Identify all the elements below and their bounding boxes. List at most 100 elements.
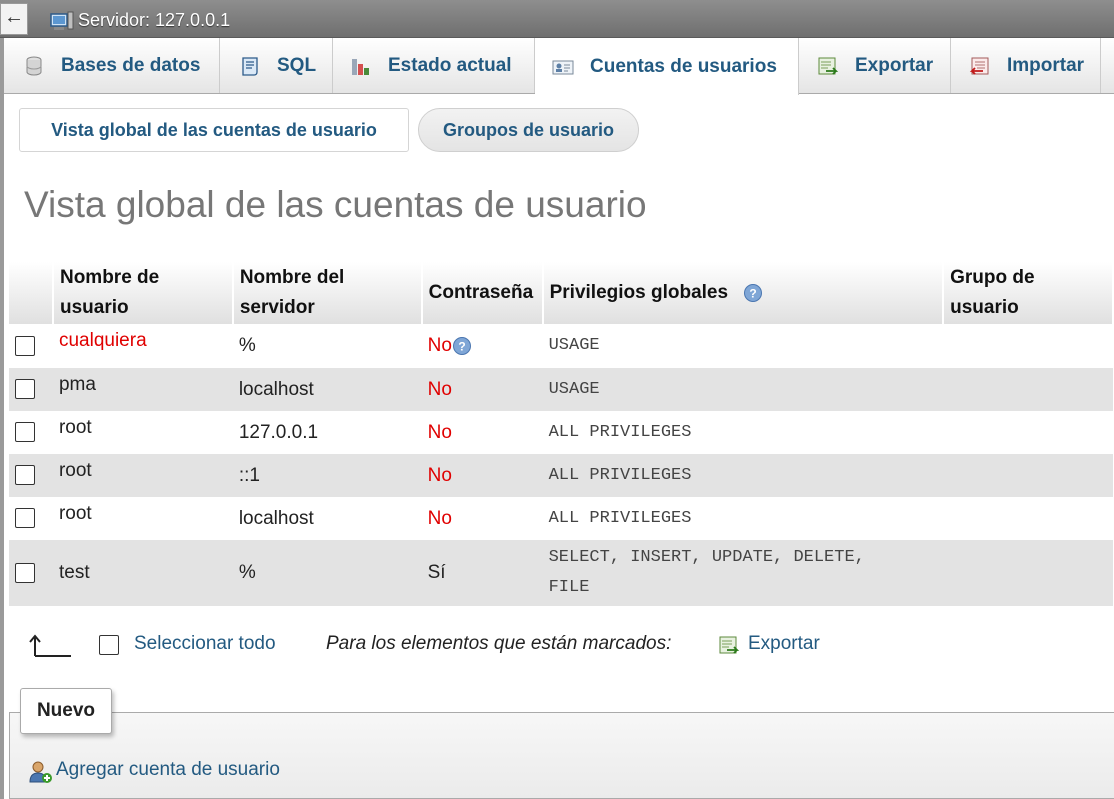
user-group-cell <box>943 454 1113 497</box>
header-password[interactable]: Contraseña <box>421 262 544 324</box>
user-group-cell <box>943 497 1113 540</box>
tab-label: Cuentas de usuarios <box>590 55 777 77</box>
row-checkbox-cell <box>9 368 53 411</box>
username: pma <box>58 374 96 395</box>
row-checkbox[interactable] <box>15 422 35 443</box>
export-icon[interactable] <box>718 634 740 656</box>
main-tabs: Bases de datos SQL Estado actual Cuentas… <box>4 38 1114 95</box>
privileges-cell: USAGE <box>542 324 944 368</box>
tab-databases[interactable]: Bases de datos <box>4 38 220 93</box>
password-value: No <box>427 335 452 356</box>
left-border <box>0 38 4 799</box>
header-privileges[interactable]: Privilegios globales ? <box>542 262 945 324</box>
sql-icon <box>242 56 258 76</box>
username: test <box>58 562 90 583</box>
username-cell: cualquiera <box>52 324 233 368</box>
privileges-line2: FILE <box>548 578 590 597</box>
password-cell: No? <box>421 324 543 368</box>
row-checkbox[interactable] <box>15 562 35 583</box>
host-cell: ::1 <box>232 454 422 497</box>
username-cell: root <box>52 497 233 540</box>
marked-items-label: Para los elementos que están marcados: <box>326 633 672 654</box>
server-icon <box>50 11 74 30</box>
header-hostname-line2: servidor <box>239 297 315 318</box>
username: root <box>58 503 92 524</box>
row-checkbox[interactable] <box>15 335 35 356</box>
table-row: test % Sí SELECT, INSERT, UPDATE, DELETE… <box>9 540 1113 606</box>
host-cell: % <box>232 324 422 368</box>
tab-label: Importar <box>1007 54 1085 76</box>
add-user-account-link[interactable]: Agregar cuenta de usuario <box>56 759 280 781</box>
privileges-line1: SELECT, INSERT, UPDATE, DELETE, <box>548 548 865 567</box>
password-cell: No <box>421 497 543 540</box>
table-row: pma localhost No USAGE <box>9 368 1113 411</box>
tab-label: Exportar <box>855 54 934 76</box>
row-checkbox[interactable] <box>15 379 35 400</box>
server-bar: ← Servidor: 127.0.0.1 <box>0 0 1114 38</box>
user-accounts-table: Nombre de usuario Nombre del servidor Co… <box>9 262 1114 606</box>
user-group-cell <box>943 540 1113 606</box>
table-header-row: Nombre de usuario Nombre del servidor Co… <box>9 262 1114 324</box>
row-checkbox-cell <box>9 497 53 540</box>
row-checkbox-cell <box>9 411 53 454</box>
header-hostname-line1: Nombre del <box>239 267 345 288</box>
tab-import[interactable]: Importar <box>951 38 1101 93</box>
page-title: Vista global de las cuentas de usuario <box>24 184 647 225</box>
password-cell: No <box>421 454 543 497</box>
header-username-line1: Nombre de <box>59 267 160 288</box>
import-icon <box>969 57 989 75</box>
header-group-line1: Grupo de <box>950 267 1035 288</box>
tab-sql[interactable]: SQL <box>220 38 333 93</box>
export-selected-button[interactable]: Exportar <box>748 633 820 655</box>
username: cualquiera <box>58 330 147 351</box>
privileges-cell: SELECT, INSERT, UPDATE, DELETE, FILE <box>542 540 944 606</box>
row-checkbox[interactable] <box>15 508 35 529</box>
privileges-cell: USAGE <box>542 368 944 411</box>
add-user-icon[interactable] <box>28 760 52 784</box>
table-row: root ::1 No ALL PRIVILEGES <box>9 454 1113 497</box>
back-arrow-button[interactable]: ← <box>0 3 28 35</box>
header-username-line2: usuario <box>59 297 129 318</box>
select-all-checkbox[interactable] <box>99 635 119 655</box>
table-row: root 127.0.0.1 No ALL PRIVILEGES <box>9 411 1113 454</box>
header-privileges-label: Privilegios globales <box>549 282 729 303</box>
user-card-icon <box>552 60 574 74</box>
header-group-line2: usuario <box>950 297 1019 318</box>
user-group-cell <box>943 368 1113 411</box>
export-icon <box>818 57 839 75</box>
select-all-link[interactable]: Seleccionar todo <box>134 633 276 655</box>
subtab-global-overview[interactable]: Vista global de las cuentas de usuario <box>19 108 409 152</box>
privileges-cell: ALL PRIVILEGES <box>542 411 944 454</box>
tab-label: Estado actual <box>388 54 512 76</box>
server-title[interactable]: Servidor: 127.0.0.1 <box>78 10 230 31</box>
tab-user-accounts[interactable]: Cuentas de usuarios <box>535 38 799 95</box>
header-username[interactable]: Nombre de usuario <box>52 262 234 324</box>
svg-text:?: ? <box>458 339 465 353</box>
subtab-user-groups[interactable]: Groupos de usuario <box>418 108 639 152</box>
header-hostname[interactable]: Nombre del servidor <box>232 262 423 324</box>
tab-status[interactable]: Estado actual <box>333 38 535 93</box>
privileges-cell: ALL PRIVILEGES <box>542 454 944 497</box>
select-arrow-icon <box>29 634 71 657</box>
host-cell: localhost <box>232 368 422 411</box>
header-user-group[interactable]: Grupo de usuario <box>943 262 1114 324</box>
username-cell: root <box>52 411 233 454</box>
new-section-legend: Nuevo <box>20 688 112 734</box>
tab-label: SQL <box>277 54 317 76</box>
row-checkbox-cell <box>9 540 53 606</box>
row-checkbox[interactable] <box>15 465 35 486</box>
password-cell: Sí <box>421 540 543 606</box>
user-group-cell <box>943 411 1113 454</box>
username-cell: test <box>52 540 233 606</box>
username: root <box>58 417 92 438</box>
svg-text:?: ? <box>750 286 757 300</box>
row-checkbox-cell <box>9 454 53 497</box>
tab-export[interactable]: Exportar <box>799 38 951 93</box>
username: root <box>58 460 92 481</box>
help-icon[interactable]: ? <box>452 336 472 356</box>
new-user-fieldset <box>9 712 1114 799</box>
help-icon[interactable]: ? <box>743 283 763 303</box>
username-cell: pma <box>52 368 233 411</box>
header-select <box>9 262 54 324</box>
table-row: cualquiera % No? USAGE <box>9 324 1113 368</box>
